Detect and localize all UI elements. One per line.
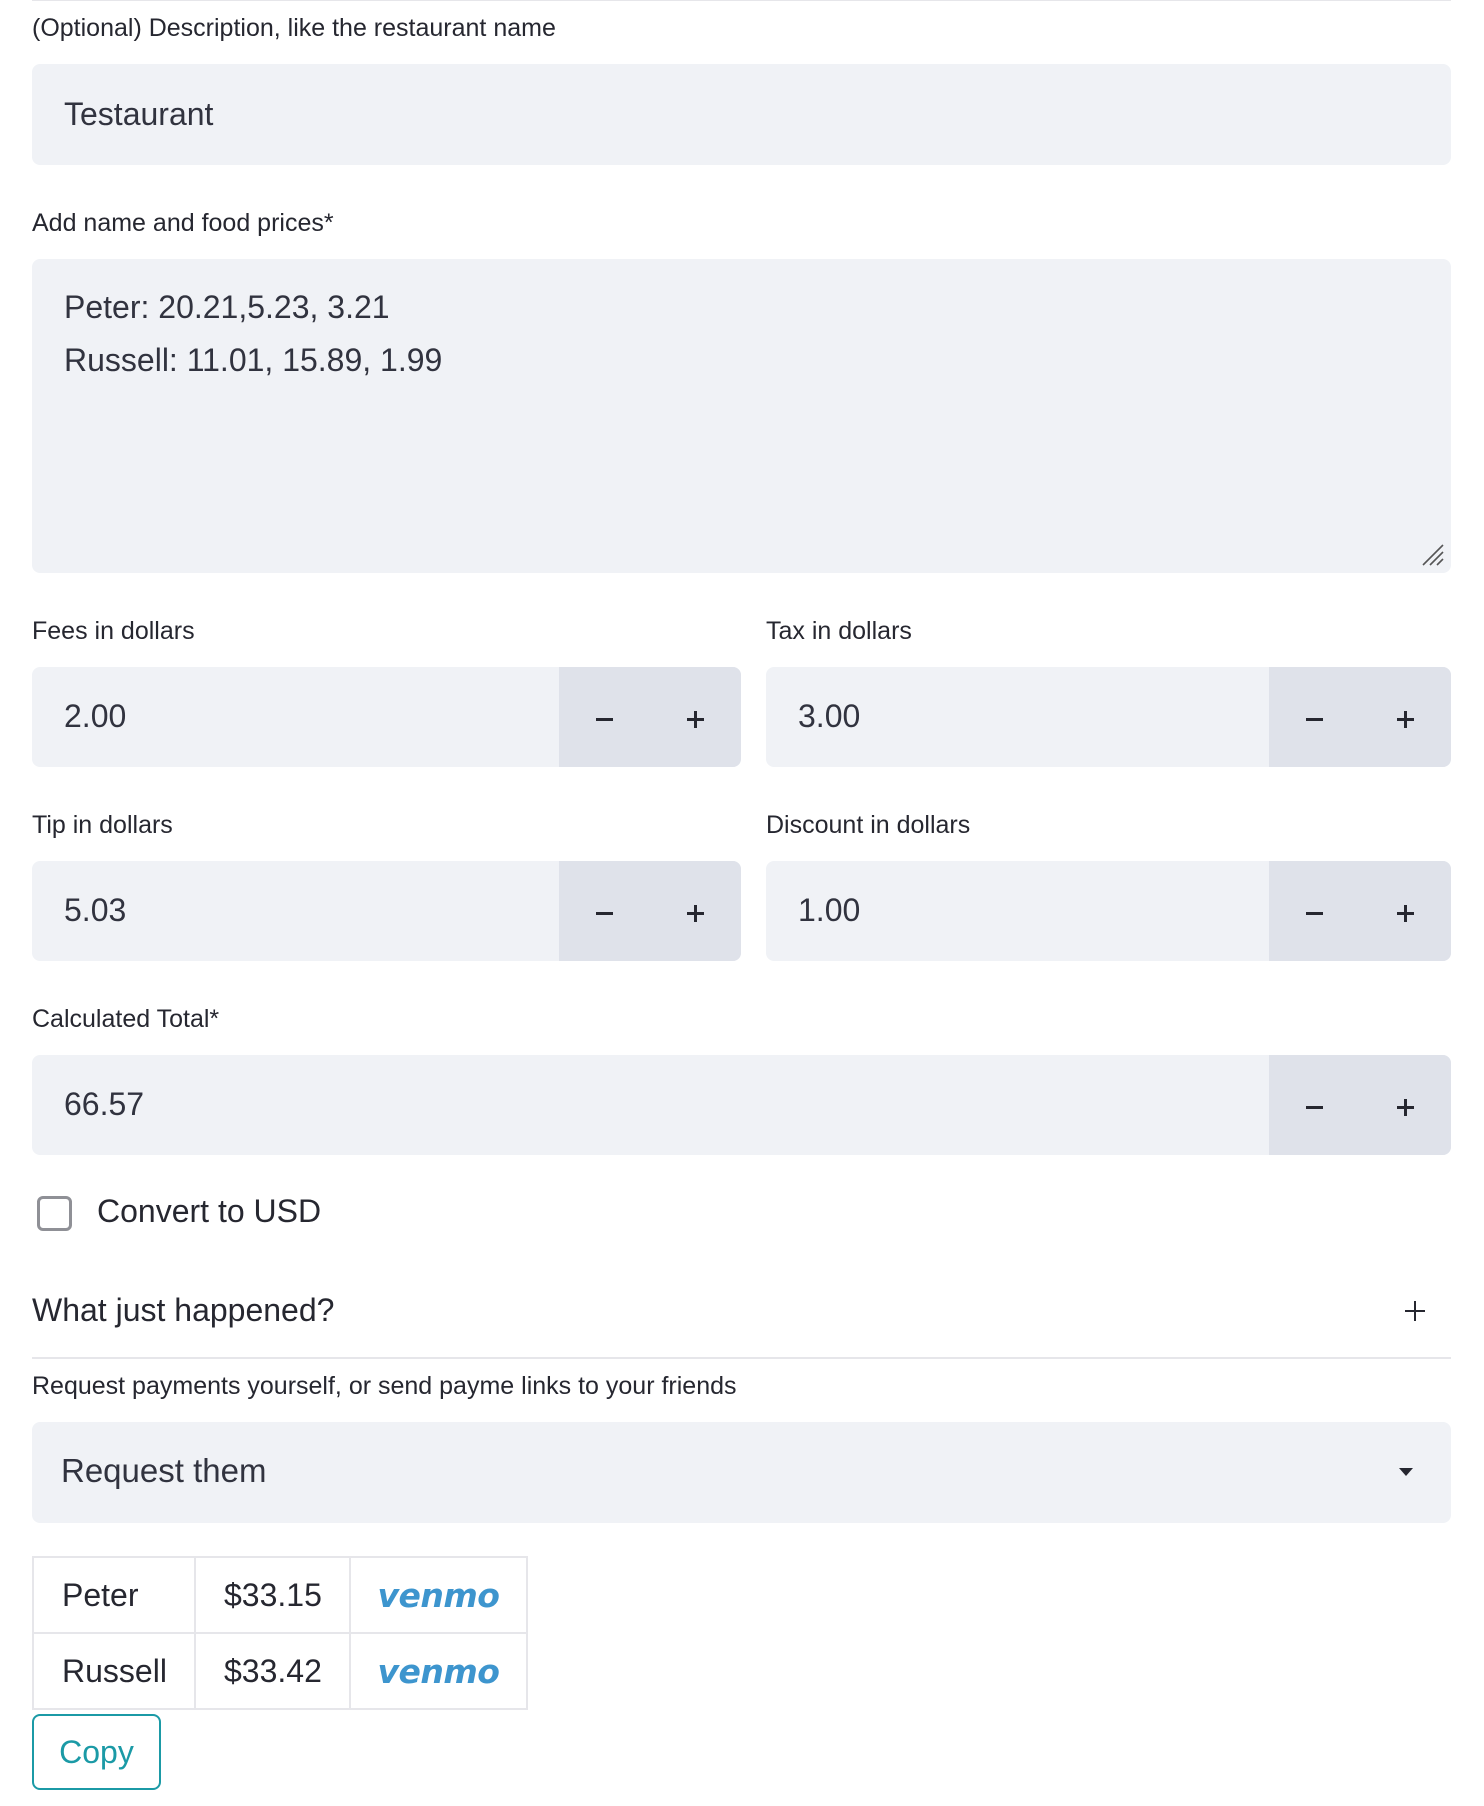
fees-label: Fees in dollars [32, 617, 195, 645]
expander-title[interactable]: What just happened? [32, 1290, 334, 1330]
discount-decrement-button[interactable] [1269, 861, 1360, 961]
discount-value: 1.00 [798, 892, 861, 928]
minus-icon [1306, 718, 1323, 721]
description-label: (Optional) Description, like the restaur… [32, 14, 556, 42]
fees-number-input[interactable]: 2.00 [32, 667, 741, 767]
venmo-cell: venmo [349, 1632, 528, 1710]
venmo-link[interactable]: venmo [378, 1576, 500, 1615]
chevron-down-icon [1399, 1468, 1413, 1476]
payer-amount: $33.15 [194, 1556, 351, 1634]
fees-increment-button[interactable] [650, 667, 741, 767]
items-label: Add name and food prices* [32, 209, 334, 237]
request-selected-value: Request them [61, 1452, 267, 1489]
copy-button[interactable]: Copy [32, 1714, 161, 1790]
payer-name: Peter [32, 1556, 196, 1634]
items-line: Peter: 20.21,5.23, 3.21 [64, 289, 390, 325]
total-increment-button[interactable] [1360, 1055, 1451, 1155]
items-textarea[interactable]: Peter: 20.21,5.23, 3.21 Russell: 11.01, … [32, 259, 1451, 573]
request-select[interactable]: Request them [32, 1422, 1451, 1523]
fees-value: 2.00 [64, 698, 127, 734]
tax-increment-button[interactable] [1360, 667, 1451, 767]
minus-icon [1306, 1106, 1323, 1109]
minus-icon [1306, 912, 1323, 915]
discount-label: Discount in dollars [766, 811, 971, 839]
venmo-cell: venmo [349, 1556, 528, 1634]
total-number-input[interactable]: 66.57 [32, 1055, 1451, 1155]
total-stepper [1269, 1055, 1451, 1155]
venmo-link[interactable]: venmo [378, 1652, 500, 1691]
minus-icon [596, 718, 613, 721]
items-line: Russell: 11.01, 15.89, 1.99 [64, 342, 443, 378]
discount-increment-button[interactable] [1360, 861, 1451, 961]
request-label: Request payments yourself, or send payme… [32, 1372, 737, 1400]
description-value: Testaurant [64, 96, 214, 132]
total-decrement-button[interactable] [1269, 1055, 1360, 1155]
resize-handle-icon[interactable] [1419, 541, 1445, 567]
payer-name: Russell [32, 1632, 196, 1710]
tip-label: Tip in dollars [32, 811, 173, 839]
total-value: 66.57 [64, 1086, 145, 1122]
top-divider [32, 0, 1451, 1]
payer-amount: $33.42 [194, 1632, 351, 1710]
tip-stepper [559, 861, 741, 961]
plus-icon[interactable] [1404, 1300, 1426, 1322]
payments-table: Peter $33.15 venmo Russell $33.42 venmo [32, 1556, 528, 1710]
tax-label: Tax in dollars [766, 617, 912, 645]
expander-divider [32, 1357, 1451, 1359]
tip-increment-button[interactable] [650, 861, 741, 961]
discount-number-input[interactable]: 1.00 [766, 861, 1451, 961]
tax-number-input[interactable]: 3.00 [766, 667, 1451, 767]
table-row: Peter $33.15 venmo [32, 1556, 528, 1634]
description-input[interactable]: Testaurant [32, 64, 1451, 165]
tax-stepper [1269, 667, 1451, 767]
discount-stepper [1269, 861, 1451, 961]
total-label: Calculated Total* [32, 1005, 220, 1033]
tip-decrement-button[interactable] [559, 861, 650, 961]
minus-icon [596, 912, 613, 915]
tip-number-input[interactable]: 5.03 [32, 861, 741, 961]
tax-value: 3.00 [798, 698, 861, 734]
table-row: Russell $33.42 venmo [32, 1632, 528, 1710]
tip-value: 5.03 [64, 892, 127, 928]
fees-decrement-button[interactable] [559, 667, 650, 767]
fees-stepper [559, 667, 741, 767]
convert-usd-label[interactable]: Convert to USD [97, 1191, 321, 1231]
tax-decrement-button[interactable] [1269, 667, 1360, 767]
convert-usd-checkbox[interactable] [37, 1196, 72, 1231]
